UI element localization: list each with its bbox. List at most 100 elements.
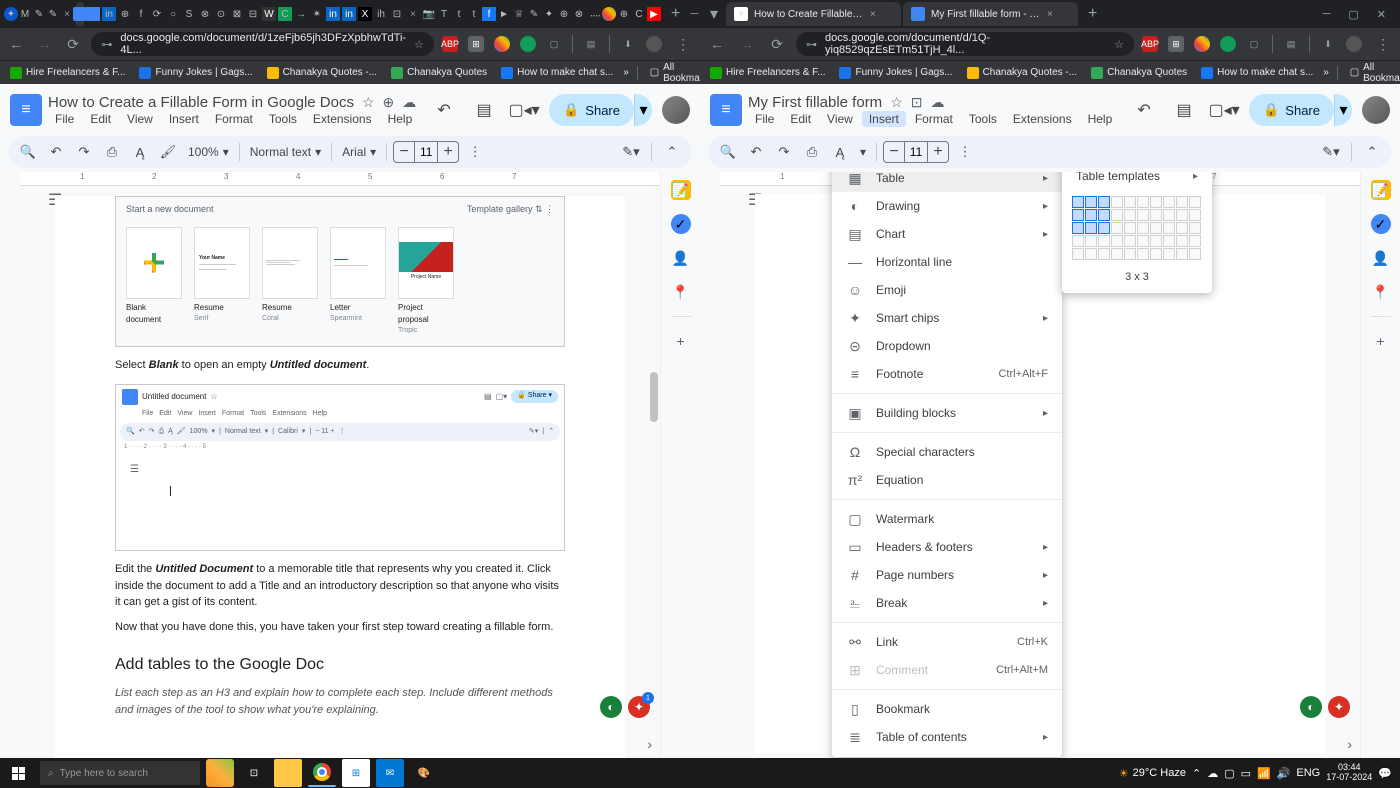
downloads-icon[interactable]: ⬇ [1320, 36, 1336, 52]
language-indicator[interactable]: ENG [1296, 767, 1320, 779]
grid-cell[interactable] [1072, 235, 1084, 247]
menu-extensions[interactable]: Extensions [1006, 111, 1079, 127]
reading-list-icon[interactable]: ▤ [1283, 36, 1299, 52]
grid-cell[interactable] [1085, 196, 1097, 208]
volume-icon[interactable]: 🔊 [1277, 767, 1291, 780]
tab-icon[interactable]: C [278, 7, 292, 21]
grid-cell[interactable] [1150, 248, 1162, 260]
insert-menu-building-blocks[interactable]: ▣Building blocks▸ [832, 399, 1062, 427]
share-button[interactable]: 🔒Share [549, 94, 634, 126]
grid-cell[interactable] [1137, 248, 1149, 260]
grid-cell[interactable] [1163, 196, 1175, 208]
grid-cell[interactable] [1111, 235, 1123, 247]
grid-cell[interactable] [1072, 222, 1084, 234]
store-icon[interactable]: ⊞ [342, 759, 370, 787]
insert-menu-footnote[interactable]: ≡FootnoteCtrl+Alt+F [832, 360, 1062, 388]
contacts-icon[interactable]: 👤 [671, 248, 691, 268]
tab-icon[interactable]: T [437, 7, 451, 21]
maps-icon[interactable]: 📍 [671, 282, 691, 302]
tab-icon[interactable]: f [482, 7, 496, 21]
bookmark-item[interactable]: How to make chat s... [1197, 65, 1317, 81]
profile-icon[interactable] [1346, 36, 1362, 52]
tab-icon[interactable] [602, 7, 616, 21]
grid-cell[interactable] [1150, 235, 1162, 247]
bookmark-overflow[interactable]: » [623, 67, 629, 78]
grid-cell[interactable] [1085, 235, 1097, 247]
grid-cell[interactable] [1111, 209, 1123, 221]
site-info-icon[interactable]: ⊶ [806, 38, 817, 51]
grid-cell[interactable] [1111, 196, 1123, 208]
tab-icon[interactable]: ✦ [4, 7, 18, 21]
bookmark-item[interactable]: Funny Jokes | Gags... [135, 65, 256, 81]
grid-cell[interactable] [1137, 209, 1149, 221]
grid-cell[interactable] [1085, 209, 1097, 221]
downloads-icon[interactable]: ⬇ [620, 36, 636, 52]
meet-tray-icon[interactable]: ▢ [1224, 767, 1234, 780]
comments-icon[interactable]: ▤ [1169, 95, 1199, 125]
all-bookmarks-button[interactable]: ▢All Bookmarks [1346, 60, 1400, 86]
grid-cell[interactable] [1098, 196, 1110, 208]
insert-menu-smart-chips[interactable]: ✦Smart chips▸ [832, 304, 1062, 332]
insert-menu-chart[interactable]: ▤Chart▸ [832, 220, 1062, 248]
tab-search-icon[interactable]: ▾ [704, 4, 724, 24]
keep-icon[interactable]: 📝 [1371, 180, 1391, 200]
search-menus-icon[interactable]: 🔍 [16, 140, 40, 164]
onedrive-icon[interactable]: ☁ [1207, 767, 1218, 780]
grid-cell[interactable] [1176, 209, 1188, 221]
share-dropdown[interactable]: ▾ [634, 94, 652, 126]
tab-icon[interactable]: ⊕ [557, 7, 571, 21]
google-icon[interactable] [494, 36, 510, 52]
grid-cell[interactable] [1176, 222, 1188, 234]
menu-tools[interactable]: Tools [962, 111, 1004, 127]
tab-icon[interactable]: f [134, 7, 148, 21]
grid-cell[interactable] [1137, 235, 1149, 247]
grid-cell[interactable] [1085, 222, 1097, 234]
cortana-icon[interactable]: ⊡ [240, 759, 268, 787]
reading-list-icon[interactable]: ▤ [583, 36, 599, 52]
undo-icon[interactable]: ↶ [44, 140, 68, 164]
chrome-icon[interactable] [308, 759, 336, 787]
move-icon[interactable]: ⊡ [911, 94, 923, 111]
grid-cell[interactable] [1072, 209, 1084, 221]
tab-icon[interactable]: 📷 [422, 7, 436, 21]
grid-cell[interactable] [1124, 196, 1136, 208]
battery-icon[interactable]: ▭ [1241, 767, 1251, 780]
edit-mode-icon[interactable]: ✎▾ [619, 140, 643, 164]
menu-help[interactable]: Help [381, 111, 420, 127]
close-tab-icon[interactable]: × [1047, 9, 1053, 20]
grid-cell[interactable] [1176, 248, 1188, 260]
share-dropdown[interactable]: ▾ [1334, 94, 1352, 126]
ext-icon[interactable]: ⊞ [1168, 36, 1184, 52]
bookmark-item[interactable]: Chanakya Quotes -... [263, 65, 382, 81]
abp-icon[interactable]: ABP [442, 36, 458, 52]
cloud-icon[interactable]: ☁ [930, 94, 944, 111]
reload-button[interactable]: ⟳ [766, 36, 788, 53]
bookmark-star-icon[interactable]: ☆ [1114, 38, 1124, 51]
tab-icon[interactable]: C [632, 7, 646, 21]
tab-icon[interactable]: ✎ [46, 7, 60, 21]
insert-menu-watermark[interactable]: ▢Watermark [832, 505, 1062, 533]
paint-icon[interactable]: 🎨 [410, 759, 438, 787]
undo-icon[interactable]: ↶ [744, 140, 768, 164]
menu-format[interactable]: Format [908, 111, 960, 127]
grammarly-icon[interactable]: ◐ [1300, 696, 1322, 718]
tab-icon[interactable]: ⊙ [214, 7, 228, 21]
tab-icon[interactable]: ✦ [542, 7, 556, 21]
minimize-button[interactable]: ─ [690, 8, 698, 21]
meet-icon[interactable]: ▢◂▾ [509, 95, 539, 125]
ext-icon[interactable] [520, 36, 536, 52]
tab-icon[interactable]: ⊕ [118, 7, 132, 21]
grid-cell[interactable] [1150, 209, 1162, 221]
insert-menu-table[interactable]: ▦Table▸ [832, 172, 1062, 192]
insert-menu-equation[interactable]: π²Equation [832, 466, 1062, 494]
tasks-icon[interactable]: ✓ [1371, 214, 1391, 234]
zoom-select[interactable]: 100% ▾ [184, 145, 233, 159]
tab-icon[interactable]: ⊟ [246, 7, 260, 21]
maps-icon[interactable]: 📍 [1371, 282, 1391, 302]
tab-icon[interactable]: ○ [166, 7, 180, 21]
browser-tab-active[interactable]: My First fillable form - Google D × [903, 2, 1078, 26]
history-icon[interactable]: ↶ [1129, 95, 1159, 125]
back-button[interactable]: ← [706, 36, 728, 52]
grid-cell[interactable] [1176, 196, 1188, 208]
menu-view[interactable]: View [820, 111, 860, 127]
